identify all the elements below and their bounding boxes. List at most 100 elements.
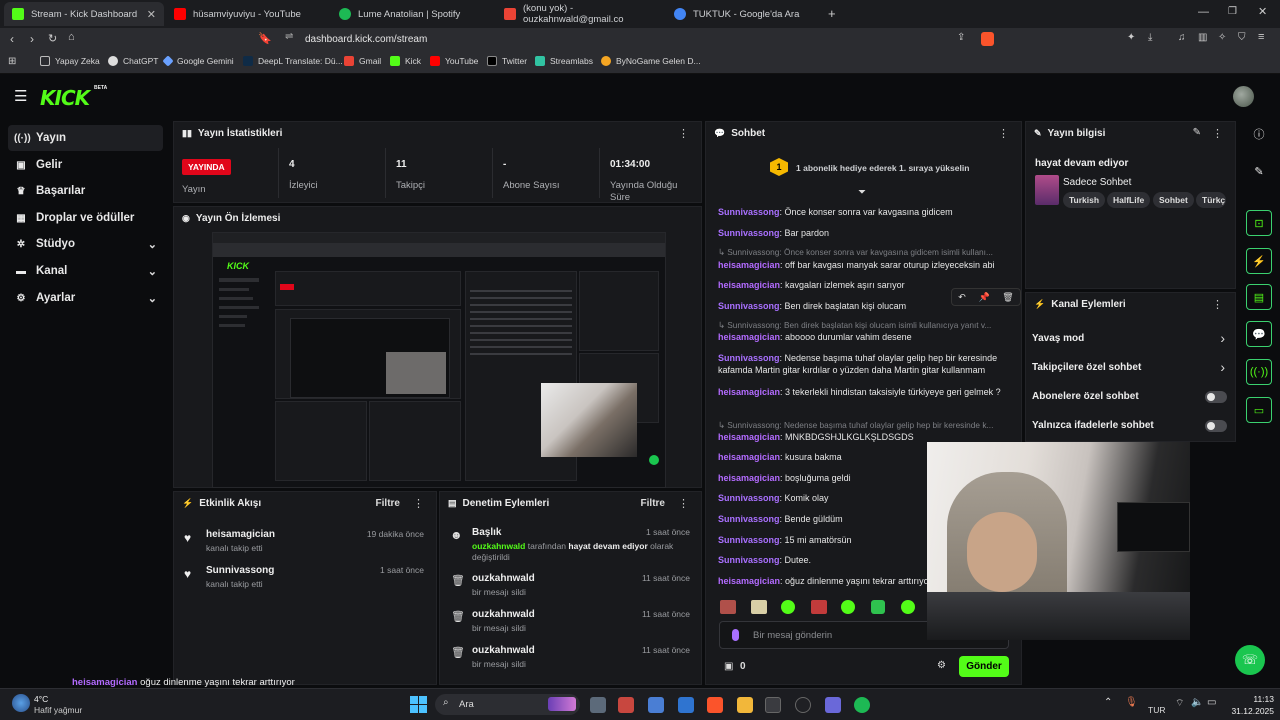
chat-message[interactable]: Sunnivassong: Ben direk başlatan kişi ol… bbox=[718, 300, 1008, 312]
stream-preview-video[interactable]: KICK bbox=[212, 232, 666, 488]
taskbar-search[interactable]: ⌕ Ara bbox=[435, 694, 580, 715]
emote-icon[interactable] bbox=[720, 600, 736, 614]
bookmark-streamlabs[interactable]: Streamlabs bbox=[535, 56, 593, 66]
sidebar-item-yayin[interactable]: ((·)) Yayın bbox=[8, 125, 163, 151]
avatar[interactable] bbox=[1233, 86, 1254, 107]
sidebar-item-studyo[interactable]: ✲ Stüdyo ⌄ bbox=[8, 231, 163, 257]
bookmark-kick[interactable]: Kick bbox=[390, 56, 421, 66]
chat-username[interactable]: Sunnivassong bbox=[718, 301, 780, 311]
tag-pill[interactable]: Turkish bbox=[1063, 192, 1106, 208]
sidebar-item-gelir[interactable]: ▣ Gelir bbox=[8, 152, 163, 178]
bookmark-deepl[interactable]: DeepL Translate: Dü... bbox=[243, 56, 343, 66]
chat-message[interactable]: heisamagician: oğuz dinlenme yaşını tekr… bbox=[718, 575, 928, 587]
microphone-icon[interactable] bbox=[732, 629, 739, 641]
bookmark-icon[interactable]: 🔖 bbox=[258, 32, 272, 45]
extensions-icon[interactable]: ✦ bbox=[1127, 32, 1135, 43]
emote-icon[interactable] bbox=[901, 600, 915, 614]
chat-username[interactable]: Sunnivassong bbox=[718, 353, 780, 363]
rail-broadcast-icon[interactable]: ((·)) bbox=[1246, 359, 1272, 385]
rail-chat-icon[interactable]: 💬 bbox=[1246, 321, 1272, 347]
back-icon[interactable]: ‹ bbox=[10, 32, 14, 46]
rail-lightning-icon[interactable]: ⚡ bbox=[1246, 248, 1272, 274]
more-options-icon[interactable]: ⋮ bbox=[1212, 298, 1223, 311]
chat-message[interactable]: Sunnivassong: Nedense başıma tuhaf olayl… bbox=[718, 352, 1008, 376]
chat-username[interactable]: Sunnivassong bbox=[718, 207, 780, 217]
edit-layout-icon[interactable]: ✎ bbox=[1246, 165, 1272, 185]
menu-icon[interactable]: ≡ bbox=[1258, 31, 1264, 43]
chevron-right-icon[interactable]: › bbox=[1220, 359, 1225, 375]
bookmark-twitter[interactable]: Twitter bbox=[487, 56, 527, 66]
sidebar-item-ayarlar[interactable]: ⚙ Ayarlar ⌄ bbox=[8, 285, 163, 311]
reload-icon[interactable]: ↻ bbox=[48, 32, 57, 45]
emotes-only-toggle[interactable] bbox=[1205, 420, 1227, 432]
clock[interactable]: 11:13 31.12.2025 bbox=[1228, 694, 1274, 716]
url-field[interactable]: dashboard.kick.com/stream bbox=[305, 34, 427, 45]
tag-pill[interactable]: Sohbet bbox=[1153, 192, 1194, 208]
sidebar-toggle-icon[interactable]: ▥ bbox=[1198, 32, 1207, 43]
chat-username[interactable]: Sunnivassong bbox=[718, 228, 780, 238]
bookmark-yapay-zeka[interactable]: Yapay Zeka bbox=[40, 56, 100, 66]
help-chat-button[interactable]: ☏ bbox=[1235, 645, 1265, 675]
tab-gmail[interactable]: (konu yok) - ouzkahnwald@gmail.co bbox=[496, 2, 666, 26]
spotify-taskbar-icon[interactable] bbox=[854, 697, 870, 713]
more-options-icon[interactable]: ⋮ bbox=[1212, 127, 1223, 140]
downloads-icon[interactable]: ⤓ bbox=[1148, 32, 1152, 43]
chevron-right-icon[interactable]: › bbox=[1220, 330, 1225, 346]
chat-message[interactable]: heisamagician: kavgaları izlemek aşırı s… bbox=[718, 279, 1008, 291]
bookmark-youtube[interactable]: YouTube bbox=[430, 56, 478, 66]
chat-username[interactable]: heisamagician bbox=[718, 387, 780, 397]
volume-icon[interactable]: 🔈 bbox=[1191, 697, 1203, 708]
bookmark-chatgpt[interactable]: ChatGPT bbox=[108, 56, 158, 66]
share-icon[interactable]: ⇪ bbox=[957, 32, 965, 43]
battery-icon[interactable]: ▭ bbox=[1207, 697, 1216, 708]
windows-start-icon[interactable] bbox=[410, 696, 427, 713]
tag-pill[interactable]: Türkç bbox=[1196, 192, 1226, 208]
category-thumbnail[interactable] bbox=[1035, 175, 1059, 205]
apps-grid-icon[interactable]: ⊞ bbox=[8, 56, 16, 67]
emote-icon[interactable] bbox=[811, 600, 827, 614]
close-tab-icon[interactable]: ✕ bbox=[147, 8, 156, 21]
chat-username[interactable]: Sunnivassong bbox=[718, 555, 780, 565]
activity-filter-button[interactable]: Filtre bbox=[376, 498, 400, 509]
chat-username[interactable]: heisamagician bbox=[718, 473, 780, 483]
brave-taskbar-icon[interactable] bbox=[707, 697, 723, 713]
bookmark-bynogame[interactable]: ByNoGame Gelen D... bbox=[601, 56, 701, 66]
forward-icon[interactable]: › bbox=[30, 32, 34, 46]
vpn-icon[interactable]: ⛉ bbox=[1238, 32, 1246, 43]
more-options-icon[interactable]: ⋮ bbox=[413, 497, 424, 510]
chat-settings-icon[interactable]: ⚙ bbox=[937, 660, 946, 671]
chat-username[interactable]: heisamagician bbox=[718, 452, 780, 462]
chat-username[interactable]: heisamagician bbox=[718, 576, 780, 586]
leo-ai-icon[interactable]: ✧ bbox=[1218, 32, 1226, 43]
media-icon[interactable]: ♫ bbox=[1178, 32, 1186, 43]
brave-shield-icon[interactable] bbox=[981, 32, 994, 46]
chat-message[interactable]: Sunnivassong: Önce konser sonra var kavg… bbox=[718, 206, 1008, 218]
chat-message[interactable]: heisamagician: aboooo durumlar vahim des… bbox=[718, 331, 1008, 343]
slow-mode-label[interactable]: Yavaş mod bbox=[1032, 333, 1084, 344]
pinned-gift-text[interactable]: 1 abonelik hediye ederek 1. sıraya yükse… bbox=[796, 163, 969, 173]
wifi-icon[interactable]: ⌔ bbox=[1175, 697, 1184, 710]
sidebar-item-kanal[interactable]: ▬ Kanal ⌄ bbox=[8, 258, 163, 284]
emote-icon[interactable] bbox=[781, 600, 795, 614]
followers-only-label[interactable]: Takipçilere özel sohbet bbox=[1032, 362, 1141, 373]
more-options-icon[interactable]: ⋮ bbox=[678, 497, 689, 510]
subscribers-only-toggle[interactable] bbox=[1205, 391, 1227, 403]
bookmark-gmail[interactable]: Gmail bbox=[344, 56, 381, 66]
bookmark-gemini[interactable]: Google Gemini bbox=[162, 55, 234, 67]
close-window-icon[interactable]: ✕ bbox=[1258, 5, 1267, 18]
rail-camera-icon[interactable]: ⊡ bbox=[1246, 210, 1272, 236]
emote-icon[interactable] bbox=[751, 600, 767, 614]
snipping-tool-icon[interactable] bbox=[618, 697, 634, 713]
store-icon[interactable] bbox=[765, 697, 781, 713]
tab-spotify[interactable]: Lume Anatolian | Spotify bbox=[331, 2, 496, 26]
minimize-icon[interactable]: — bbox=[1198, 6, 1209, 18]
category-name[interactable]: Sadece Sohbet bbox=[1063, 177, 1131, 188]
weather-desc[interactable]: Hafif yağmur bbox=[34, 705, 82, 715]
obs-icon[interactable] bbox=[795, 697, 811, 713]
chat-username[interactable]: Sunnivassong bbox=[718, 535, 780, 545]
edit-icon[interactable]: ✎ bbox=[1193, 127, 1201, 138]
chat-message[interactable]: heisamagician: off bar kavgası manyak sa… bbox=[718, 259, 1008, 271]
rail-layout-icon[interactable]: ▭ bbox=[1246, 397, 1272, 423]
points-icon[interactable]: ▣ bbox=[724, 661, 733, 672]
chat-message[interactable]: Sunnivassong: Bar pardon bbox=[718, 227, 1008, 239]
